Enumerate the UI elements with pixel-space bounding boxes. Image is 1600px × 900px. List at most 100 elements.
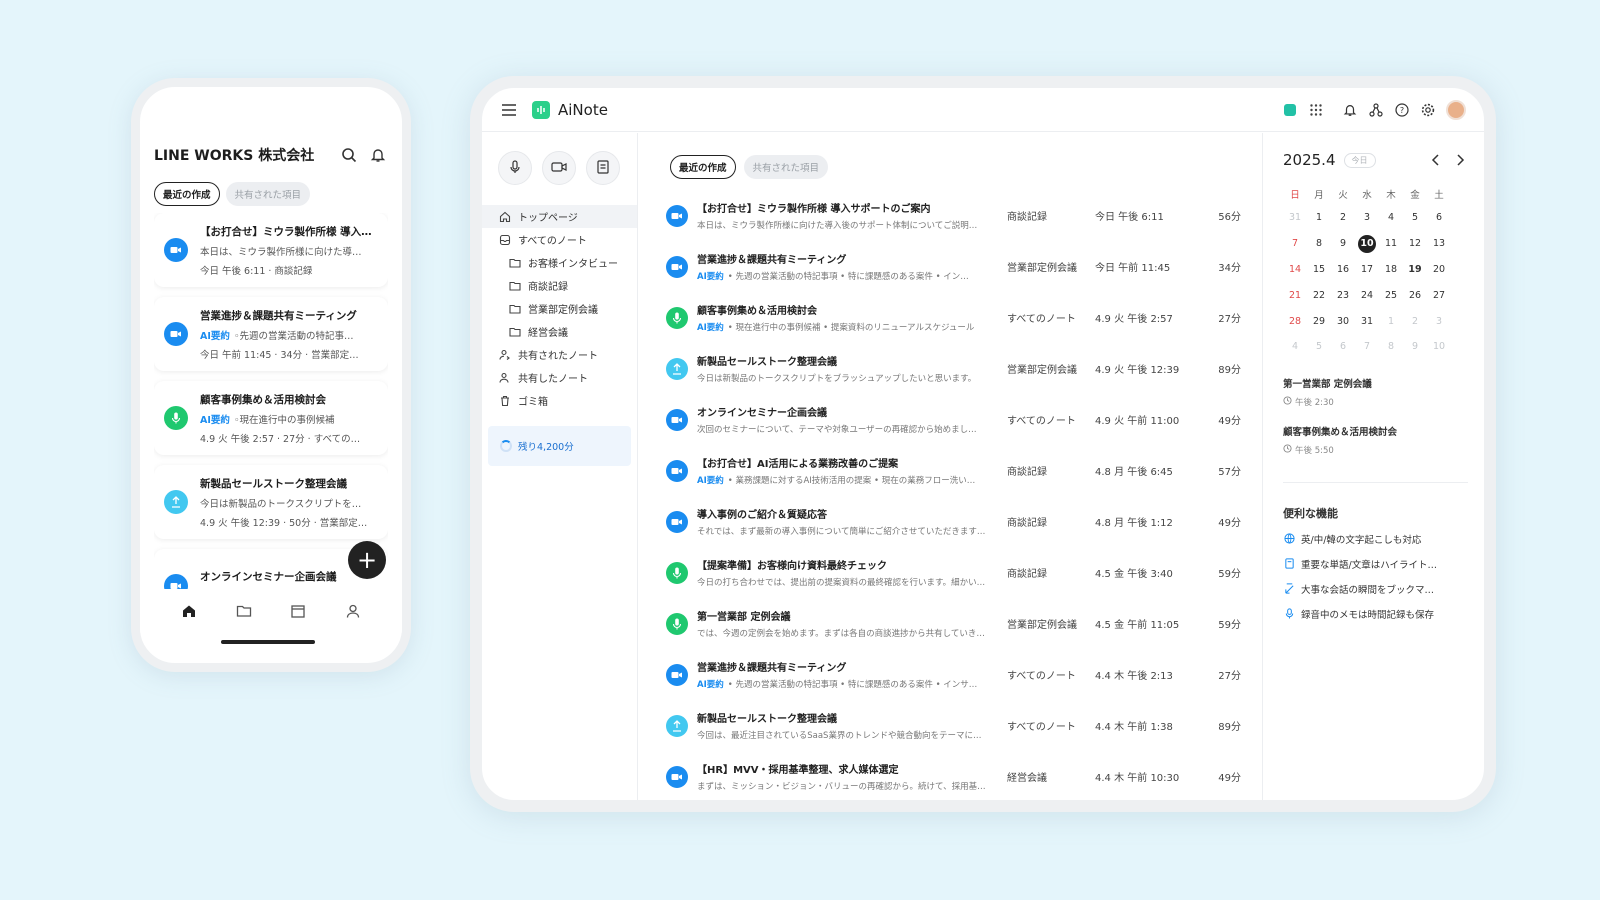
calendar-day[interactable]: 25 <box>1379 282 1403 308</box>
tab-recent[interactable]: 最近の作成 <box>670 155 736 179</box>
calendar-event[interactable]: 第一営業部 定例会議 午後 2:30 <box>1283 376 1468 408</box>
chevron-left-icon[interactable] <box>1428 152 1444 168</box>
calendar-day[interactable]: 7 <box>1355 334 1379 360</box>
calendar-day[interactable]: 11 <box>1379 231 1403 257</box>
calendar-day-number: 8 <box>1315 238 1323 250</box>
user-avatar[interactable] <box>1446 99 1466 120</box>
calendar-day[interactable]: 18 <box>1379 257 1403 283</box>
app-name: AiNote <box>558 100 608 119</box>
sidebar-item-label: 共有したノート <box>518 374 588 385</box>
note-folder: 商談記録 <box>1007 212 1047 223</box>
calendar-day[interactable]: 23 <box>1331 282 1355 308</box>
calendar-day[interactable]: 24 <box>1355 282 1379 308</box>
calendar-day[interactable]: 28 <box>1283 308 1307 334</box>
note-card[interactable]: 新製品セールストーク整理会議 今日は新製品のトークスクリプトを… 4.9 火 午後 … <box>154 465 388 539</box>
ainote-app-icon[interactable] <box>1282 102 1298 118</box>
note-row[interactable]: 営業進捗＆課題共有ミーティング AI要約 • 先週の営業活動の特記事項 • 特に課題… <box>666 649 1262 700</box>
new-note-button[interactable] <box>586 151 620 185</box>
note-row[interactable]: 導入事例のご紹介＆質疑応答 それでは、まず最新の導入事例について簡単にご紹介させて… <box>666 496 1262 547</box>
note-card[interactable]: 営業進捗＆課題共有ミーティング AI要約 ◦先週の営業活動の特記事… 今日 午前 11… <box>154 297 388 371</box>
calendar-day[interactable]: 8 <box>1307 231 1331 257</box>
tab-recent[interactable]: 最近の作成 <box>154 182 220 206</box>
note-row[interactable]: 新製品セールストーク整理会議 今日は新製品のトークスクリプトをブラッシュアップした… <box>666 343 1262 394</box>
note-row[interactable]: 【HR】MVV・採用基準整理、求人媒体選定 まずは、ミッション・ビジョン・バリュー… <box>666 751 1262 800</box>
calendar-day[interactable]: 5 <box>1307 334 1331 360</box>
calendar-day[interactable]: 31 <box>1355 308 1379 334</box>
calendar-day[interactable]: 2 <box>1403 308 1427 334</box>
calendar-day[interactable]: 16 <box>1331 257 1355 283</box>
today-button[interactable]: 今日 <box>1343 152 1376 168</box>
record-audio-button[interactable] <box>498 151 532 185</box>
note-row[interactable]: 営業進捗＆課題共有ミーティング AI要約 • 先週の営業活動の特記事項 • 特に課題… <box>666 241 1262 292</box>
calendar-day[interactable]: 4 <box>1283 334 1307 360</box>
chevron-right-icon[interactable] <box>1452 152 1468 168</box>
calendar-day[interactable]: 30 <box>1331 308 1355 334</box>
calendar-day[interactable]: 9 <box>1331 231 1355 257</box>
calendar-day[interactable]: 1 <box>1379 308 1403 334</box>
calendar-day[interactable]: 12 <box>1403 231 1427 257</box>
note-row[interactable]: 顧客事例集め＆活用検討会 AI要約 • 現在進行中の事例候補 • 提案資料のリニュー… <box>666 292 1262 343</box>
calendar-day[interactable]: 4 <box>1379 205 1403 231</box>
sidebar-item[interactable]: 共有したノート <box>482 366 637 389</box>
note-row[interactable]: 【お打合せ】ミウラ製作所様 導入サポートのご案内 本日は、ミウラ製作所様に向けた導… <box>666 190 1262 241</box>
calendar-day[interactable]: 10 <box>1427 334 1451 360</box>
profile-icon[interactable] <box>345 603 361 623</box>
tab-shared[interactable]: 共有された項目 <box>225 182 311 206</box>
bell-icon[interactable] <box>1342 102 1358 118</box>
share-network-icon[interactable] <box>1368 102 1384 118</box>
sidebar-item[interactable]: 商談記録 <box>482 274 637 297</box>
calendar-day[interactable]: 1 <box>1307 205 1331 231</box>
calendar-day[interactable]: 19 <box>1403 257 1427 283</box>
calendar-day[interactable]: 8 <box>1379 334 1403 360</box>
bell-icon[interactable] <box>368 145 388 165</box>
calendar-day[interactable]: 20 <box>1427 257 1451 283</box>
note-row[interactable]: 新製品セールストーク整理会議 今回は、最近注目されているSaaS業界のトレンドや競… <box>666 700 1262 751</box>
help-icon[interactable]: ? <box>1394 102 1410 118</box>
calendar-day[interactable]: 3 <box>1355 205 1379 231</box>
sidebar-item[interactable]: ゴミ箱 <box>482 389 637 412</box>
calendar-day[interactable]: 27 <box>1427 282 1451 308</box>
tab-shared[interactable]: 共有された項目 <box>743 155 829 179</box>
calendar-icon[interactable] <box>290 603 306 623</box>
settings-gear-icon[interactable] <box>1420 102 1436 118</box>
sidebar-item[interactable]: 共有されたノート <box>482 343 637 366</box>
sidebar-item[interactable]: 経営会議 <box>482 320 637 343</box>
calendar-day-today[interactable]: 10 <box>1355 231 1379 257</box>
calendar-day[interactable]: 5 <box>1403 205 1427 231</box>
calendar-day[interactable]: 26 <box>1403 282 1427 308</box>
calendar-day[interactable]: 7 <box>1283 231 1307 257</box>
note-card[interactable]: 顧客事例集め＆活用検討会 AI要約 ◦現在進行中の事例候補 4.9 火 午後 2:57… <box>154 381 388 455</box>
note-card[interactable]: 【お打合せ】ミウラ製作所様 導入… 本日は、ミウラ製作所様に向けた導… 今日 午後 … <box>154 213 388 287</box>
calendar-day[interactable]: 9 <box>1403 334 1427 360</box>
calendar-day[interactable]: 22 <box>1307 282 1331 308</box>
note-row[interactable]: オンラインセミナー企画会議 次回のセミナーについて、テーマや対象ユーザーの再確認か… <box>666 394 1262 445</box>
record-video-button[interactable] <box>542 151 576 185</box>
add-note-button[interactable]: + <box>348 541 386 579</box>
calendar-day[interactable]: 29 <box>1307 308 1331 334</box>
search-icon[interactable] <box>339 145 359 165</box>
folder-icon[interactable] <box>236 603 252 623</box>
sidebar-item[interactable]: 営業部定例会議 <box>482 297 637 320</box>
calendar-day[interactable]: 14 <box>1283 257 1307 283</box>
calendar-day[interactable]: 6 <box>1427 205 1451 231</box>
calendar-day[interactable]: 6 <box>1331 334 1355 360</box>
calendar-day[interactable]: 15 <box>1307 257 1331 283</box>
sidebar-item[interactable]: お客様インタビュー <box>482 251 637 274</box>
calendar-day[interactable]: 31 <box>1283 205 1307 231</box>
note-row[interactable]: 【お打合せ】AI活用による業務改善のご提案 AI要約 • 業務課題に対するAI技術活… <box>666 445 1262 496</box>
calendar-event[interactable]: 顧客事例集め＆活用検討会 午後 5:50 <box>1283 424 1468 456</box>
home-icon[interactable] <box>181 603 197 623</box>
calendar-day[interactable]: 21 <box>1283 282 1307 308</box>
calendar-day[interactable]: 17 <box>1355 257 1379 283</box>
note-row[interactable]: 【提案準備】お客様向け資料最終チェック 今日の打ち合わせでは、提出前の提案資料の最… <box>666 547 1262 598</box>
sidebar-item[interactable]: すべてのノート <box>482 228 637 251</box>
calendar-day[interactable]: 13 <box>1427 231 1451 257</box>
note-row[interactable]: 第一営業部 定例会議 では、今週の定例会を始めます。まずは各自の商談進捗から共有し… <box>666 598 1262 649</box>
calendar-day[interactable]: 2 <box>1331 205 1355 231</box>
hamburger-menu-icon[interactable] <box>500 101 518 119</box>
apps-grid-icon[interactable] <box>1308 102 1324 118</box>
note-date: 4.4 木 午後 2:13 <box>1095 671 1173 682</box>
sidebar-item[interactable]: トップページ <box>482 205 637 228</box>
calendar-day[interactable]: 3 <box>1427 308 1451 334</box>
note-title: 新製品セールストーク整理会議 <box>200 477 347 490</box>
